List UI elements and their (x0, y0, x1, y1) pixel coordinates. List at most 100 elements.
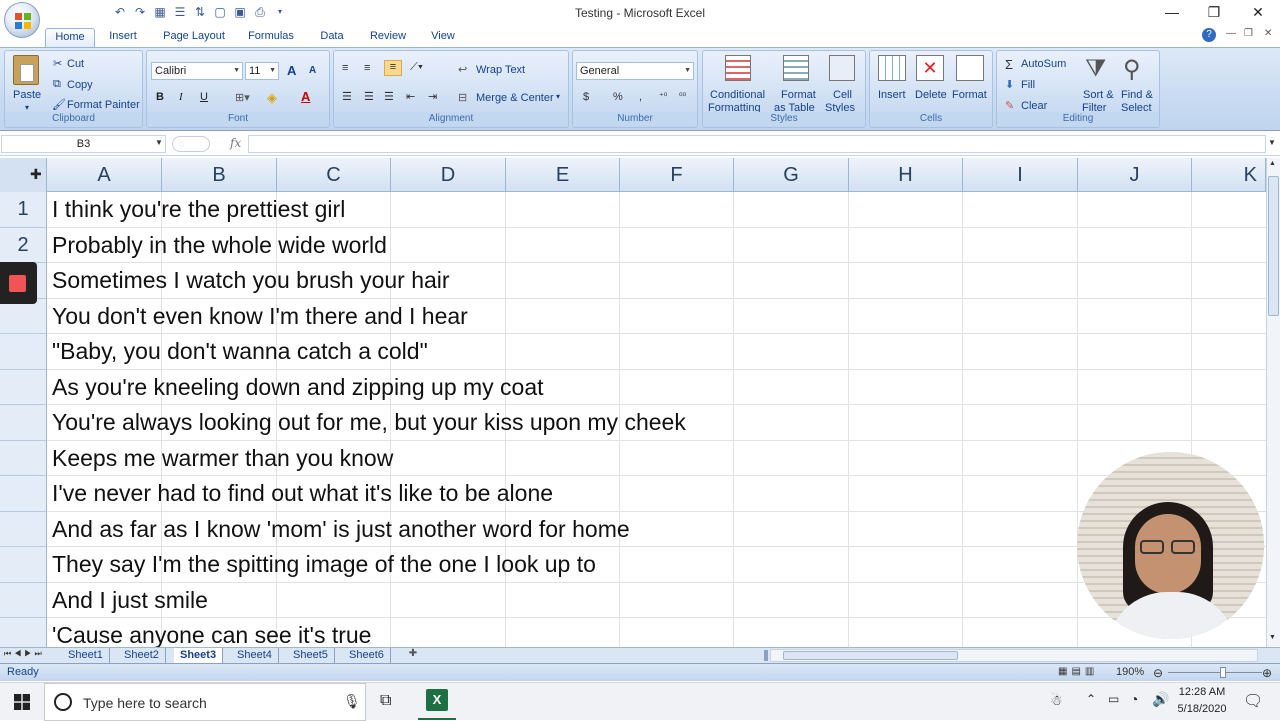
row-header[interactable] (0, 334, 47, 370)
sheet-tab[interactable]: Sheet4 (231, 648, 279, 663)
name-box[interactable]: B3 (1, 135, 166, 153)
row-header[interactable] (0, 476, 47, 512)
column-header-f[interactable]: F (620, 158, 734, 192)
copy-icon[interactable]: ⧉ (53, 78, 61, 91)
people-icon[interactable]: ☃ (1050, 692, 1063, 709)
formula-input[interactable] (248, 135, 1266, 153)
table-row[interactable]: As you're kneeling down and zipping up m… (47, 370, 1266, 405)
tab-page-layout[interactable]: Page Layout (158, 28, 230, 47)
paste-icon[interactable] (13, 55, 39, 85)
select-all-button[interactable]: ✚ (0, 158, 47, 192)
align-bottom-icon[interactable]: ≡ (384, 60, 402, 76)
fill-icon[interactable]: ⬇ (1005, 78, 1014, 91)
align-top-icon[interactable]: ≡ (342, 62, 348, 74)
merge-center-button[interactable]: Merge & Center (476, 92, 554, 104)
clear-icon[interactable]: ✎ (1005, 99, 1014, 112)
column-header-d[interactable]: D (391, 158, 506, 192)
row-header[interactable] (0, 440, 47, 476)
table-row[interactable]: "Baby, you don't wanna catch a cold" (47, 334, 1266, 370)
table-row[interactable]: I think you're the prettiest girl (47, 192, 1266, 228)
clock-time[interactable]: 12:28 AM (1176, 686, 1228, 698)
sheet-tab[interactable]: Sheet3 (174, 648, 224, 663)
cell-styles-icon[interactable] (829, 55, 855, 81)
underline-button[interactable]: U (200, 91, 208, 103)
insert-sheet-icon[interactable]: ✚ (403, 648, 423, 663)
scroll-down-icon[interactable]: ▼ (1269, 634, 1276, 641)
column-header-k[interactable]: K (1192, 158, 1266, 192)
wrap-text-icon[interactable]: ↩ (458, 63, 467, 76)
minimize-button[interactable]: — (1150, 0, 1194, 26)
zoom-out-icon[interactable]: ⊖ (1153, 666, 1163, 680)
tab-insert[interactable]: Insert (101, 28, 145, 47)
align-center-icon[interactable]: ☰ (364, 90, 374, 103)
tab-data[interactable]: Data (312, 28, 352, 47)
wifi-icon[interactable]: ◔ (1130, 691, 1138, 707)
view-buttons-icon[interactable]: ▦▤▥ (1058, 666, 1108, 679)
sheet-nav-icon[interactable]: ⏮◀▶⏭ (4, 649, 45, 659)
ribbon-minimize-icon[interactable]: — (1226, 28, 1236, 39)
office-button[interactable] (4, 2, 40, 38)
column-header-e[interactable]: E (506, 158, 620, 192)
row-header[interactable] (0, 405, 47, 441)
format-cells-icon[interactable] (956, 55, 984, 81)
insert-function-button[interactable]: fx (230, 136, 241, 150)
percent-button[interactable]: % (613, 91, 623, 103)
currency-button[interactable]: $ (583, 91, 589, 103)
sort-filter-label-1[interactable]: Sort & (1083, 89, 1114, 101)
format-cells-button[interactable]: Format (952, 89, 987, 101)
align-right-icon[interactable]: ☰ (384, 90, 394, 103)
clock-date[interactable]: 5/18/2020 (1176, 703, 1228, 715)
row-header[interactable] (0, 618, 47, 648)
column-header-b[interactable]: B (162, 158, 277, 192)
row-header[interactable]: 1 (0, 192, 47, 228)
borders-icon[interactable]: ⊞▾ (235, 91, 250, 104)
font-size-combo[interactable]: 11 ▼ (245, 62, 279, 80)
table-row[interactable]: Probably in the whole wide world (47, 228, 1266, 263)
delete-cells-button[interactable]: Delete (915, 89, 947, 101)
column-header-c[interactable]: C (277, 158, 391, 192)
fill-color-icon[interactable]: ◈ (267, 90, 277, 106)
formula-expand-icon[interactable]: ▼ (1268, 138, 1276, 147)
wrap-text-button[interactable]: Wrap Text (476, 64, 525, 76)
battery-icon[interactable]: ▭ (1108, 692, 1119, 706)
font-color-icon[interactable]: A (301, 89, 310, 104)
ribbon-restore-icon[interactable]: ❐ (1244, 28, 1253, 39)
close-button[interactable]: ✕ (1236, 0, 1280, 26)
table-row[interactable]: You're always looking out for me, but yo… (47, 405, 1266, 441)
sort-filter-icon[interactable]: ⧩ (1085, 55, 1106, 83)
zoom-slider[interactable] (1168, 672, 1262, 673)
decrease-decimal-icon[interactable]: ⁰⁰ (679, 91, 686, 102)
conditional-formatting-label-1[interactable]: Conditional (710, 89, 765, 101)
column-header-g[interactable]: G (734, 158, 849, 192)
delete-cells-icon[interactable]: ✕ (916, 55, 944, 81)
row-header[interactable] (0, 547, 47, 583)
vertical-scroll-thumb[interactable] (1268, 176, 1279, 316)
find-select-icon[interactable]: ⚲ (1123, 55, 1141, 84)
tab-formulas[interactable]: Formulas (243, 28, 299, 47)
row-header[interactable]: 2 (0, 227, 47, 263)
zoom-in-icon[interactable]: ⊕ (1262, 666, 1272, 680)
grow-font-button[interactable]: A (287, 63, 296, 78)
horizontal-scroll-thumb[interactable] (783, 651, 958, 660)
volume-icon[interactable]: 🔊 (1152, 691, 1169, 708)
restore-button[interactable]: ❐ (1192, 0, 1236, 26)
table-row[interactable]: You don't even know I'm there and I hear (47, 299, 1266, 334)
sheet-tab[interactable]: Sheet5 (287, 648, 335, 663)
microphone-icon[interactable]: 🎙 (343, 693, 361, 710)
horizontal-scrollbar[interactable] (770, 649, 1258, 662)
format-as-table-icon[interactable] (783, 55, 809, 81)
increase-decimal-icon[interactable]: ⁺⁰ (659, 91, 667, 102)
zoom-level[interactable]: 190% (1116, 666, 1144, 678)
zoom-slider-thumb[interactable] (1220, 667, 1226, 678)
paste-button[interactable]: Paste (13, 89, 41, 101)
sheet-tab[interactable]: Sheet6 (343, 648, 391, 663)
sheet-tab[interactable]: Sheet2 (118, 648, 166, 663)
ribbon-close-icon[interactable]: ✕ (1264, 28, 1272, 39)
number-format-combo[interactable]: General ▼ (576, 62, 694, 80)
format-as-table-label-1[interactable]: Format (781, 89, 816, 101)
insert-cells-button[interactable]: Insert (878, 89, 906, 101)
clear-button[interactable]: Clear (1021, 100, 1047, 112)
help-icon[interactable]: ? (1202, 28, 1216, 42)
column-header-h[interactable]: H (849, 158, 963, 192)
task-view-icon[interactable]: ⧉ (380, 692, 391, 710)
